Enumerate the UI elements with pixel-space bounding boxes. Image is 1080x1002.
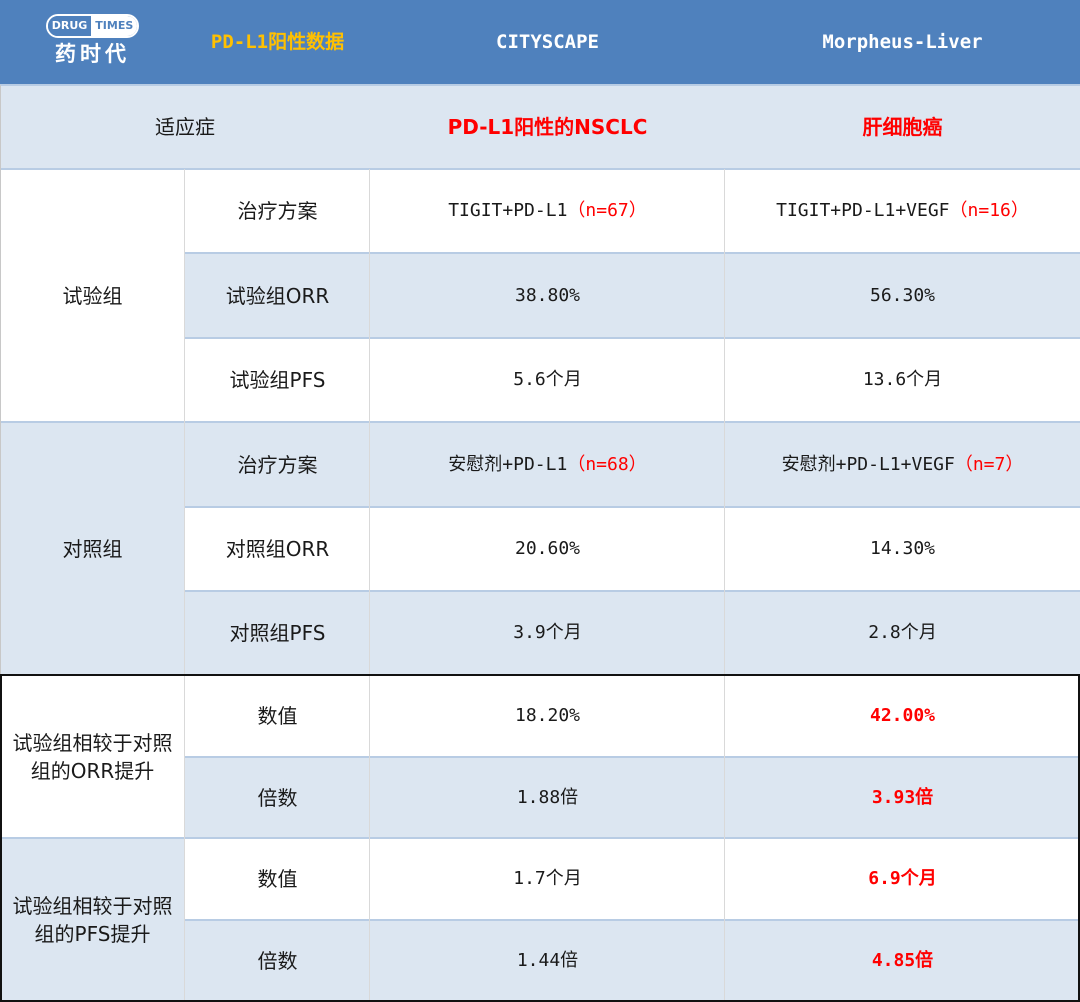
regimen-text: 安慰剂+PD-L1+VEGF xyxy=(781,453,955,475)
row-divider xyxy=(185,919,1080,921)
pfs-gain-fold-morpheus: 4.85倍 xyxy=(725,920,1080,1002)
header-morpheus-liver: Morpheus-Liver xyxy=(725,0,1080,85)
row-label: 治疗方案 xyxy=(185,422,370,507)
row-divider xyxy=(0,168,1080,170)
col-divider xyxy=(724,169,725,1002)
logo-times: TIMES xyxy=(91,15,138,36)
experimental-group-label: 试验组 xyxy=(0,169,185,422)
row-label: 数值 xyxy=(185,675,370,757)
sample-size: （n=7） xyxy=(954,453,1024,475)
pfs-gain-fold-cityscape: 1.44倍 xyxy=(370,920,725,1002)
indication-cityscape: PD-L1阳性的NSCLC xyxy=(370,85,725,169)
pfs-gain-value-morpheus: 6.9个月 xyxy=(725,838,1080,920)
regimen-text: TIGIT+PD-L1 xyxy=(448,200,568,222)
row-label: 数值 xyxy=(185,838,370,920)
row-label: 倍数 xyxy=(185,757,370,838)
regimen-text: TIGIT+PD-L1+VEGF xyxy=(776,200,950,222)
sample-size: （n=16） xyxy=(949,200,1029,222)
pfs-gain-value-cityscape: 1.7个月 xyxy=(370,838,725,920)
exp-pfs-morpheus: 13.6个月 xyxy=(725,338,1080,422)
orr-gain-fold-morpheus: 3.93倍 xyxy=(725,757,1080,838)
control-group-label: 对照组 xyxy=(0,422,185,675)
row-divider xyxy=(0,84,1080,86)
ctrl-pfs-morpheus: 2.8个月 xyxy=(725,591,1080,675)
exp-pfs-cityscape: 5.6个月 xyxy=(370,338,725,422)
drugtimes-logo: DRUG TIMES 药时代 xyxy=(45,13,140,72)
comparison-table: DRUG TIMES 药时代 PD-L1阳性数据 CITYSCAPE Morph… xyxy=(0,0,1080,1002)
row-divider xyxy=(185,506,1080,508)
orr-gain-label: 试验组相较于对照组的ORR提升 xyxy=(0,675,185,838)
ctrl-pfs-cityscape: 3.9个月 xyxy=(370,591,725,675)
table-title: PD-L1阳性数据 xyxy=(185,0,370,85)
logo-cell: DRUG TIMES 药时代 xyxy=(0,0,185,85)
regimen-text: 安慰剂+PD-L1 xyxy=(448,453,568,475)
row-divider xyxy=(185,756,1080,758)
row-label: 试验组ORR xyxy=(185,253,370,338)
ctrl-regimen-morpheus: 安慰剂+PD-L1+VEGF （n=7） xyxy=(725,422,1080,507)
row-divider xyxy=(0,421,1080,423)
orr-gain-value-morpheus: 42.00% xyxy=(725,675,1080,757)
indication-label: 适应症 xyxy=(0,85,370,169)
col-divider xyxy=(184,169,185,1002)
exp-orr-cityscape: 38.80% xyxy=(370,253,725,338)
row-divider xyxy=(185,252,1080,254)
ctrl-regimen-cityscape: 安慰剂+PD-L1 （n=68） xyxy=(370,422,725,507)
ctrl-orr-morpheus: 14.30% xyxy=(725,507,1080,591)
indication-morpheus: 肝细胞癌 xyxy=(725,85,1080,169)
col-divider xyxy=(369,169,370,1002)
sample-size: （n=68） xyxy=(567,453,647,475)
exp-regimen-morpheus: TIGIT+PD-L1+VEGF （n=16） xyxy=(725,169,1080,253)
left-edge xyxy=(0,85,1,1002)
logo-drug: DRUG xyxy=(47,15,92,36)
row-label: 治疗方案 xyxy=(185,169,370,253)
header-cityscape: CITYSCAPE xyxy=(370,0,725,85)
logo-pill: DRUG TIMES xyxy=(45,13,140,38)
exp-regimen-cityscape: TIGIT+PD-L1 （n=67） xyxy=(370,169,725,253)
logo-cn: 药时代 xyxy=(55,41,130,66)
sample-size: （n=67） xyxy=(567,200,647,222)
orr-gain-value-cityscape: 18.20% xyxy=(370,675,725,757)
row-label: 试验组PFS xyxy=(185,338,370,422)
row-divider xyxy=(185,590,1080,592)
orr-gain-fold-cityscape: 1.88倍 xyxy=(370,757,725,838)
row-label: 倍数 xyxy=(185,920,370,1002)
row-label: 对照组PFS xyxy=(185,591,370,675)
exp-orr-morpheus: 56.30% xyxy=(725,253,1080,338)
ctrl-orr-cityscape: 20.60% xyxy=(370,507,725,591)
row-label: 对照组ORR xyxy=(185,507,370,591)
row-divider xyxy=(0,837,1080,839)
row-divider xyxy=(185,337,1080,339)
pfs-gain-label: 试验组相较于对照组的PFS提升 xyxy=(0,838,185,1002)
